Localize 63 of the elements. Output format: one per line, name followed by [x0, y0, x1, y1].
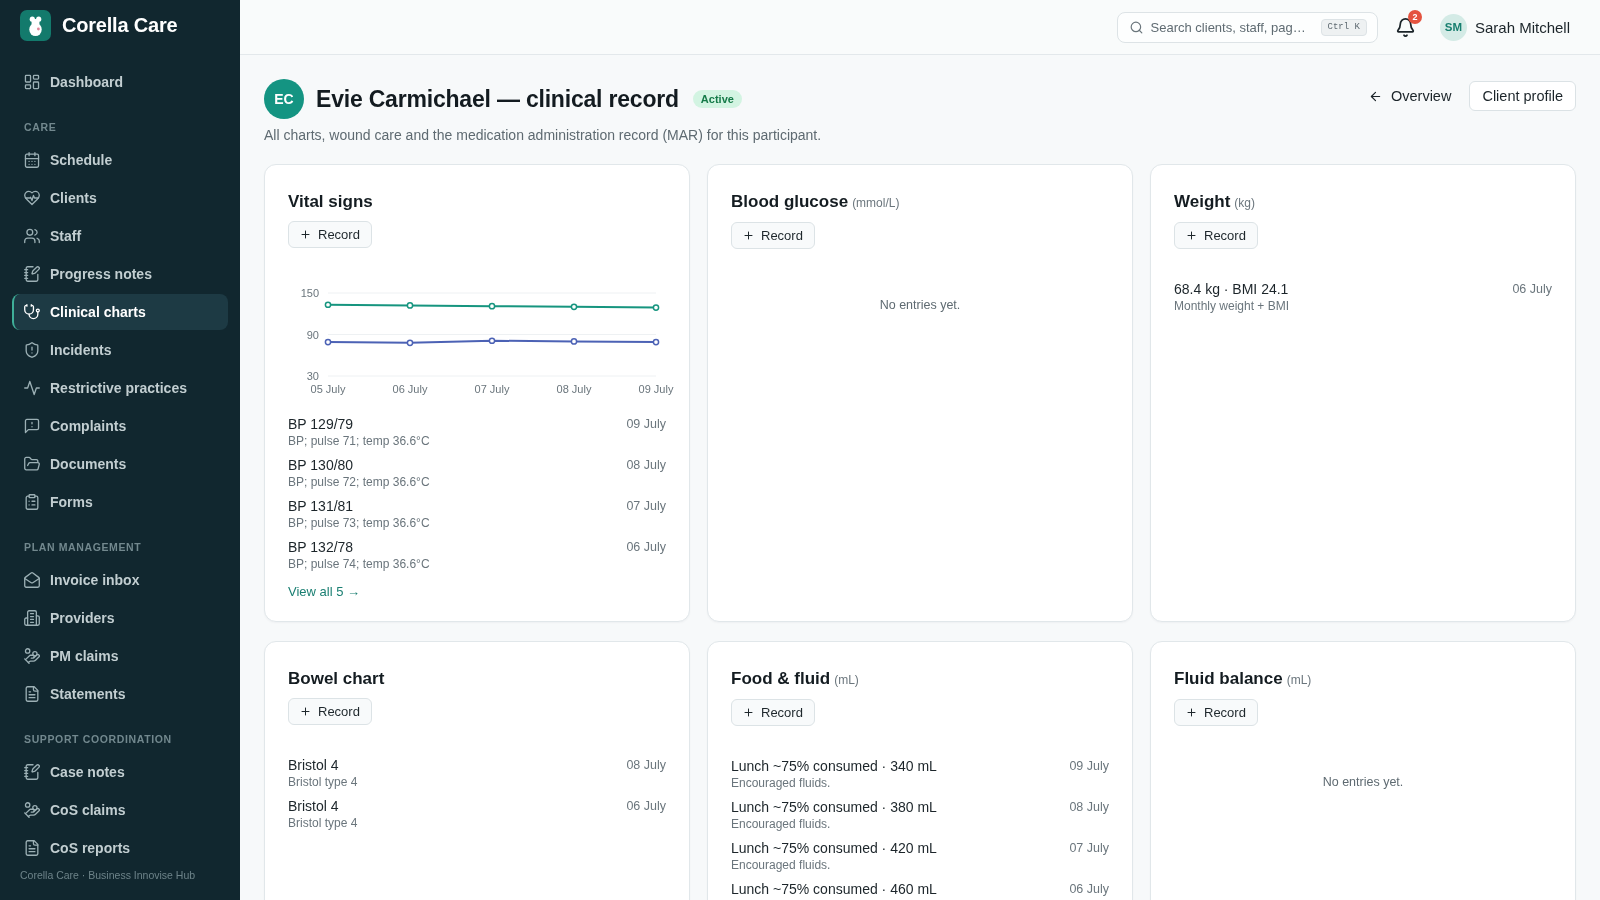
entry-date: 08 July: [626, 457, 666, 474]
card-title: Food & fluid: [731, 669, 831, 689]
empty-state-text: No entries yet.: [1321, 774, 1405, 790]
entry-title: Lunch ~75% consumed · 420 mL: [731, 840, 937, 857]
unit-label: (mL): [1286, 672, 1312, 689]
entry-date: 06 July: [1069, 881, 1109, 898]
axis-label: 30: [306, 370, 319, 382]
unit-label: (mL): [834, 672, 859, 689]
axis-label: 07 July: [474, 383, 510, 395]
entry-note: Monthly weight + BMI: [1174, 298, 1290, 314]
card-title: Blood glucose: [731, 192, 849, 212]
entry-note: Encouraged fluids.: [731, 857, 832, 873]
notification-badge: 2: [1407, 9, 1422, 24]
axis-label: 06 July: [392, 383, 428, 395]
entry-date: 08 July: [626, 757, 666, 774]
section-heading: SUPPORT COORDINATION: [24, 732, 173, 746]
axis-label: 09 July: [638, 383, 674, 395]
entry-note: BP; pulse 73; temp 36.6°C: [288, 515, 430, 531]
axis-label: 05 July: [310, 383, 346, 395]
card-title: Bowel chart: [288, 669, 385, 689]
entry-title: BP 129/79: [288, 416, 355, 433]
brand-name: Corella Care: [62, 14, 178, 37]
entry-title: 68.4 kg · BMI 24.1: [1174, 281, 1290, 298]
entry-note: BP; pulse 74; temp 36.6°C: [288, 556, 430, 572]
entry-date: 06 July: [626, 539, 666, 556]
entry-note: BP; pulse 72; temp 36.6°C: [288, 474, 430, 490]
card-title: Weight: [1174, 192, 1231, 212]
card-title: Vital signs: [288, 192, 373, 212]
entry-title: BP 130/80: [288, 457, 355, 474]
status-badge: Active: [692, 90, 742, 108]
entry-note: Bristol type 4: [288, 774, 358, 790]
section-heading: CARE: [24, 120, 58, 134]
entry-note: Encouraged fluids.: [731, 775, 832, 791]
shortcut-key: Ctrl K: [1320, 18, 1367, 36]
entry-title: Lunch ~75% consumed · 380 mL: [731, 799, 937, 816]
axis-label: 08 July: [556, 383, 592, 395]
entry-title: Lunch ~75% consumed · 460 mL: [731, 881, 937, 898]
entry-date: 07 July: [626, 498, 666, 515]
client-avatar: EC: [264, 79, 304, 119]
entry-note: Bristol type 4: [288, 815, 358, 831]
entry-date: 09 July: [626, 416, 666, 433]
entry-title: Bristol 4: [288, 798, 340, 815]
page-description: All charts, wound care and the medication administration record (MAR) for this participant.: [264, 126, 822, 145]
page-title: Evie Carmichael — clinical record: [316, 85, 679, 113]
unit-label: (kg): [1234, 195, 1256, 212]
axis-label: 150: [300, 287, 319, 299]
entry-date: 06 July: [1512, 281, 1552, 298]
footer-text: Corella Care · Business Innovise Hub: [19, 868, 197, 882]
unit-label: (mmol/L): [852, 195, 900, 212]
entry-date: 09 July: [1069, 758, 1109, 775]
entry-title: BP 132/78: [288, 539, 355, 556]
entry-title: Lunch ~75% consumed · 340 mL: [731, 758, 937, 775]
entry-date: 08 July: [1069, 799, 1109, 816]
card-title: Fluid balance: [1174, 669, 1283, 689]
entry-title: Bristol 4: [288, 757, 340, 774]
axis-label: 90: [306, 328, 319, 341]
entry-note: BP; pulse 71; temp 36.6°C: [288, 433, 430, 449]
entry-date: 06 July: [626, 798, 666, 815]
empty-state-text: No entries yet.: [878, 297, 962, 313]
entry-title: BP 131/81: [288, 498, 355, 515]
section-heading: PLAN MANAGEMENT: [24, 540, 143, 554]
entry-note: Encouraged fluids.: [731, 816, 832, 832]
entry-date: 07 July: [1069, 840, 1109, 857]
